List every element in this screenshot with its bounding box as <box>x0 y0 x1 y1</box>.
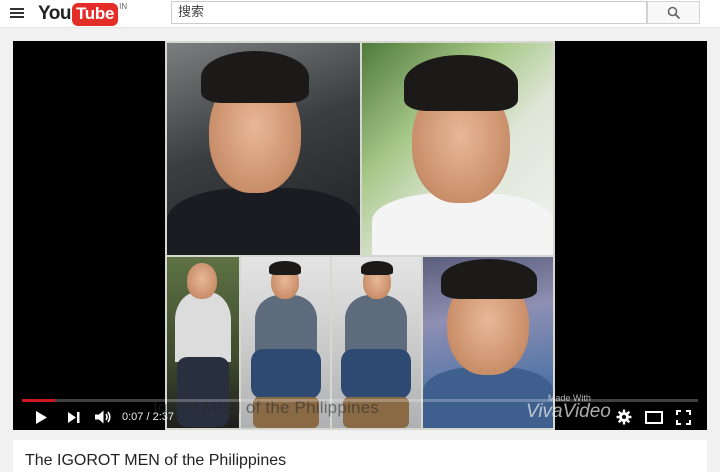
play-button[interactable] <box>31 407 51 427</box>
theater-mode-button[interactable] <box>643 407 665 427</box>
play-icon <box>36 410 47 424</box>
fullscreen-button[interactable] <box>673 407 693 427</box>
volume-icon <box>95 410 111 424</box>
masthead: You Tube IN <box>0 0 720 28</box>
search-button[interactable] <box>647 1 700 24</box>
search-input[interactable] <box>171 1 647 24</box>
settings-button[interactable] <box>614 407 634 427</box>
player-controls: 0:07 / 2:37 <box>13 403 707 430</box>
gear-icon <box>616 409 632 425</box>
hamburger-menu-icon[interactable] <box>10 6 24 20</box>
logo-region-code: IN <box>119 1 128 11</box>
theater-mode-icon <box>645 410 663 424</box>
video-title: The IGOROT MEN of the Philippines <box>25 452 287 469</box>
logo-tube-text: Tube <box>71 2 119 26</box>
volume-button[interactable] <box>92 407 114 427</box>
video-frame <box>165 41 555 430</box>
progress-bar-played <box>22 399 56 402</box>
youtube-logo[interactable]: You Tube IN <box>38 2 127 26</box>
logo-you-text: You <box>38 3 71 24</box>
progress-bar[interactable] <box>22 399 698 402</box>
fullscreen-icon <box>675 409 691 425</box>
search-icon <box>667 6 680 19</box>
collage-photo-1 <box>167 43 360 255</box>
video-info: The IGOROT MEN of the Philippines <box>13 440 707 472</box>
next-icon <box>68 411 80 423</box>
video-player[interactable]: Igorot MEN of the Philippines Made With … <box>13 41 707 430</box>
time-display: 0:07 / 2:37 <box>122 411 174 423</box>
next-button[interactable] <box>64 407 84 427</box>
collage-photo-2 <box>362 43 553 255</box>
